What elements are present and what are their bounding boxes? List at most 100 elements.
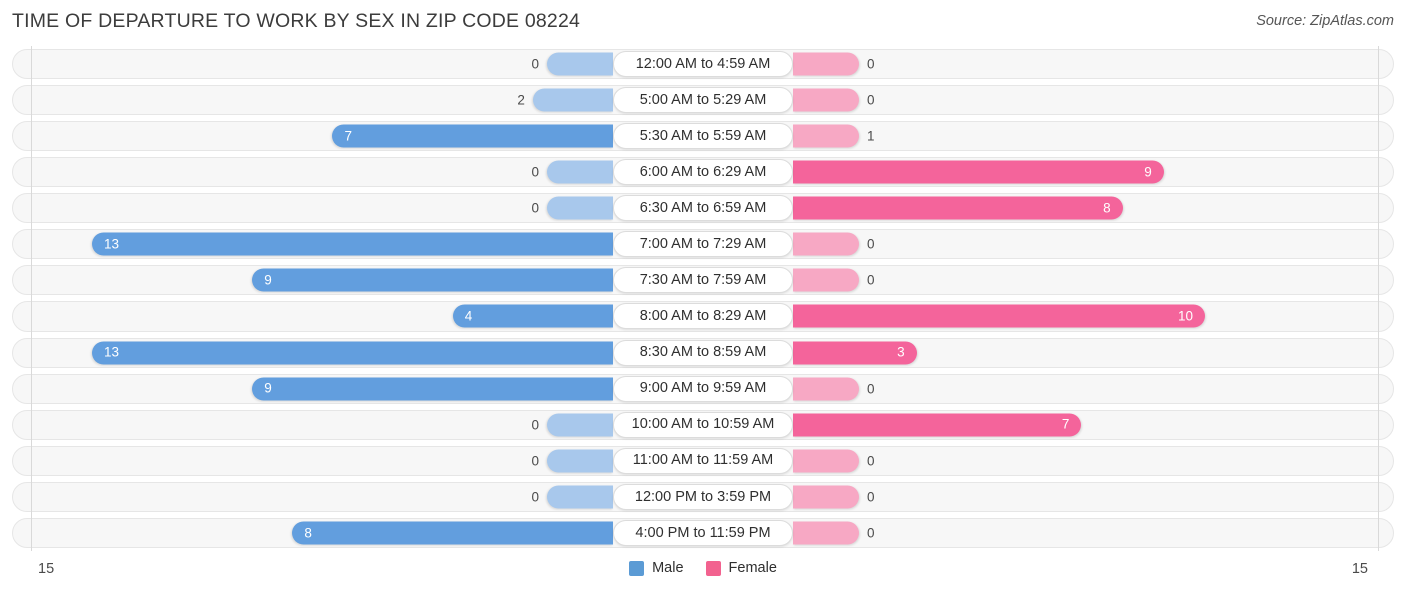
category-pill[interactable]: 5:00 AM to 5:29 AM <box>613 87 793 114</box>
bar-male[interactable]: 8 <box>292 521 613 545</box>
bar-rows: 0 0 12:00 AM to 4:59 AM 2 0 5:00 AM to 5:29 A… <box>0 46 1406 551</box>
bar-value-female: 0 <box>867 56 875 72</box>
bar-female[interactable]: 9 <box>793 160 1164 184</box>
bar-female[interactable]: 10 <box>793 304 1205 328</box>
category-pill[interactable]: 9:00 AM to 9:59 AM <box>613 375 793 402</box>
category-label: 11:00 AM to 11:59 AM <box>632 452 774 469</box>
bar-value-female: 0 <box>867 525 875 541</box>
category-pill[interactable]: 6:00 AM to 6:29 AM <box>613 159 793 186</box>
bar-male[interactable] <box>547 485 613 509</box>
category-pill[interactable]: 7:30 AM to 7:59 AM <box>613 267 793 294</box>
category-pill[interactable]: 5:30 AM to 5:59 AM <box>613 123 793 150</box>
legend-label-female: Female <box>728 560 777 577</box>
category-label: 8:30 AM to 8:59 AM <box>639 344 767 361</box>
category-pill[interactable]: 6:30 AM to 6:59 AM <box>613 195 793 222</box>
bar-value-male: 4 <box>464 308 473 324</box>
bar-female[interactable] <box>793 449 859 473</box>
bar-male[interactable] <box>547 52 613 76</box>
bar-female[interactable] <box>793 377 859 401</box>
bar-value-female: 0 <box>867 236 875 252</box>
legend-item-male[interactable]: Male <box>629 560 684 577</box>
chart-footer: 15 15 Male Female <box>0 551 1406 595</box>
plot-area: 0 0 12:00 AM to 4:59 AM 2 0 5:00 AM to 5:29 A… <box>0 46 1406 551</box>
bar-value-female: 10 <box>1177 308 1193 324</box>
bar-row: 2 0 5:00 AM to 5:29 AM <box>0 82 1406 118</box>
category-label: 12:00 AM to 4:59 AM <box>635 55 771 72</box>
bar-male[interactable]: 9 <box>252 268 613 292</box>
bar-value-male: 0 <box>531 452 539 468</box>
gridline-left <box>31 46 32 551</box>
bar-value-male: 7 <box>344 128 352 144</box>
bar-female[interactable] <box>793 124 859 148</box>
bar-male[interactable]: 9 <box>252 377 613 401</box>
page-title: TIME OF DEPARTURE TO WORK BY SEX IN ZIP … <box>12 10 581 32</box>
bar-row: 4 10 8:00 AM to 8:29 AM <box>0 298 1406 334</box>
bar-row: 0 0 12:00 AM to 4:59 AM <box>0 46 1406 82</box>
bar-row: 9 0 9:00 AM to 9:59 AM <box>0 371 1406 407</box>
category-pill[interactable]: 10:00 AM to 10:59 AM <box>613 411 793 438</box>
bar-value-male: 8 <box>304 525 312 541</box>
bar-female[interactable]: 3 <box>793 341 917 365</box>
chart-page: TIME OF DEPARTURE TO WORK BY SEX IN ZIP … <box>0 0 1406 595</box>
legend-label-male: Male <box>652 560 684 577</box>
bar-value-female: 0 <box>867 92 875 108</box>
category-label: 6:00 AM to 6:29 AM <box>639 163 767 180</box>
category-pill[interactable]: 8:00 AM to 8:29 AM <box>613 303 793 330</box>
bar-female[interactable]: 8 <box>793 196 1123 220</box>
bar-male[interactable]: 13 <box>92 232 613 256</box>
category-label: 6:30 AM to 6:59 AM <box>639 200 767 217</box>
category-pill[interactable]: 12:00 AM to 4:59 AM <box>613 51 793 78</box>
bar-value-male: 0 <box>531 200 539 216</box>
legend: Male Female <box>0 561 1406 576</box>
bar-row: 9 0 7:30 AM to 7:59 AM <box>0 262 1406 298</box>
bar-row: 13 3 8:30 AM to 8:59 AM <box>0 335 1406 371</box>
category-label: 7:00 AM to 7:29 AM <box>639 236 767 253</box>
category-label: 4:00 PM to 11:59 PM <box>635 524 771 541</box>
bar-value-female: 0 <box>867 380 875 396</box>
category-label: 8:00 AM to 8:29 AM <box>639 308 767 325</box>
bar-female[interactable] <box>793 485 859 509</box>
gridline-right <box>1378 46 1379 551</box>
bar-female[interactable]: 7 <box>793 413 1082 437</box>
bar-male[interactable]: 4 <box>452 304 613 328</box>
category-pill[interactable]: 7:00 AM to 7:29 AM <box>613 231 793 258</box>
bar-value-male: 9 <box>264 380 272 396</box>
bar-value-female: 0 <box>867 272 875 288</box>
category-label: 5:00 AM to 5:29 AM <box>639 91 767 108</box>
bar-male[interactable] <box>547 413 613 437</box>
bar-row: 13 0 7:00 AM to 7:29 AM <box>0 226 1406 262</box>
bar-value-male: 9 <box>264 272 272 288</box>
bar-value-male: 0 <box>531 56 539 72</box>
bar-value-male: 0 <box>531 489 539 505</box>
source-attribution: Source: ZipAtlas.com <box>1256 13 1394 29</box>
bar-row: 0 0 11:00 AM to 11:59 AM <box>0 443 1406 479</box>
bar-female[interactable] <box>793 521 859 545</box>
category-label: 7:30 AM to 7:59 AM <box>639 272 767 289</box>
bar-value-female: 9 <box>1144 164 1152 180</box>
bar-value-male: 2 <box>517 92 525 108</box>
bar-male[interactable] <box>532 88 613 112</box>
category-pill[interactable]: 8:30 AM to 8:59 AM <box>613 339 793 366</box>
bar-row: 7 1 5:30 AM to 5:59 AM <box>0 118 1406 154</box>
bar-male[interactable]: 13 <box>92 341 613 365</box>
bar-female[interactable] <box>793 88 859 112</box>
chart-header: TIME OF DEPARTURE TO WORK BY SEX IN ZIP … <box>0 0 1406 46</box>
bar-row: 0 0 12:00 PM to 3:59 PM <box>0 479 1406 515</box>
bar-value-female: 8 <box>1103 200 1111 216</box>
legend-item-female[interactable]: Female <box>705 560 777 577</box>
category-pill[interactable]: 11:00 AM to 11:59 AM <box>613 447 793 474</box>
category-label: 5:30 AM to 5:59 AM <box>639 127 767 144</box>
bar-value-male: 13 <box>104 344 120 360</box>
bar-male[interactable] <box>547 449 613 473</box>
category-pill[interactable]: 4:00 PM to 11:59 PM <box>613 519 793 546</box>
bar-male[interactable]: 7 <box>332 124 613 148</box>
category-pill[interactable]: 12:00 PM to 3:59 PM <box>613 483 793 510</box>
bar-female[interactable] <box>793 232 859 256</box>
bar-male[interactable] <box>547 196 613 220</box>
bar-value-male: 0 <box>531 416 539 432</box>
bar-female[interactable] <box>793 268 859 292</box>
bar-value-female: 1 <box>867 128 875 144</box>
bar-female[interactable] <box>793 52 859 76</box>
bar-male[interactable] <box>547 160 613 184</box>
bar-value-female: 3 <box>897 344 905 360</box>
